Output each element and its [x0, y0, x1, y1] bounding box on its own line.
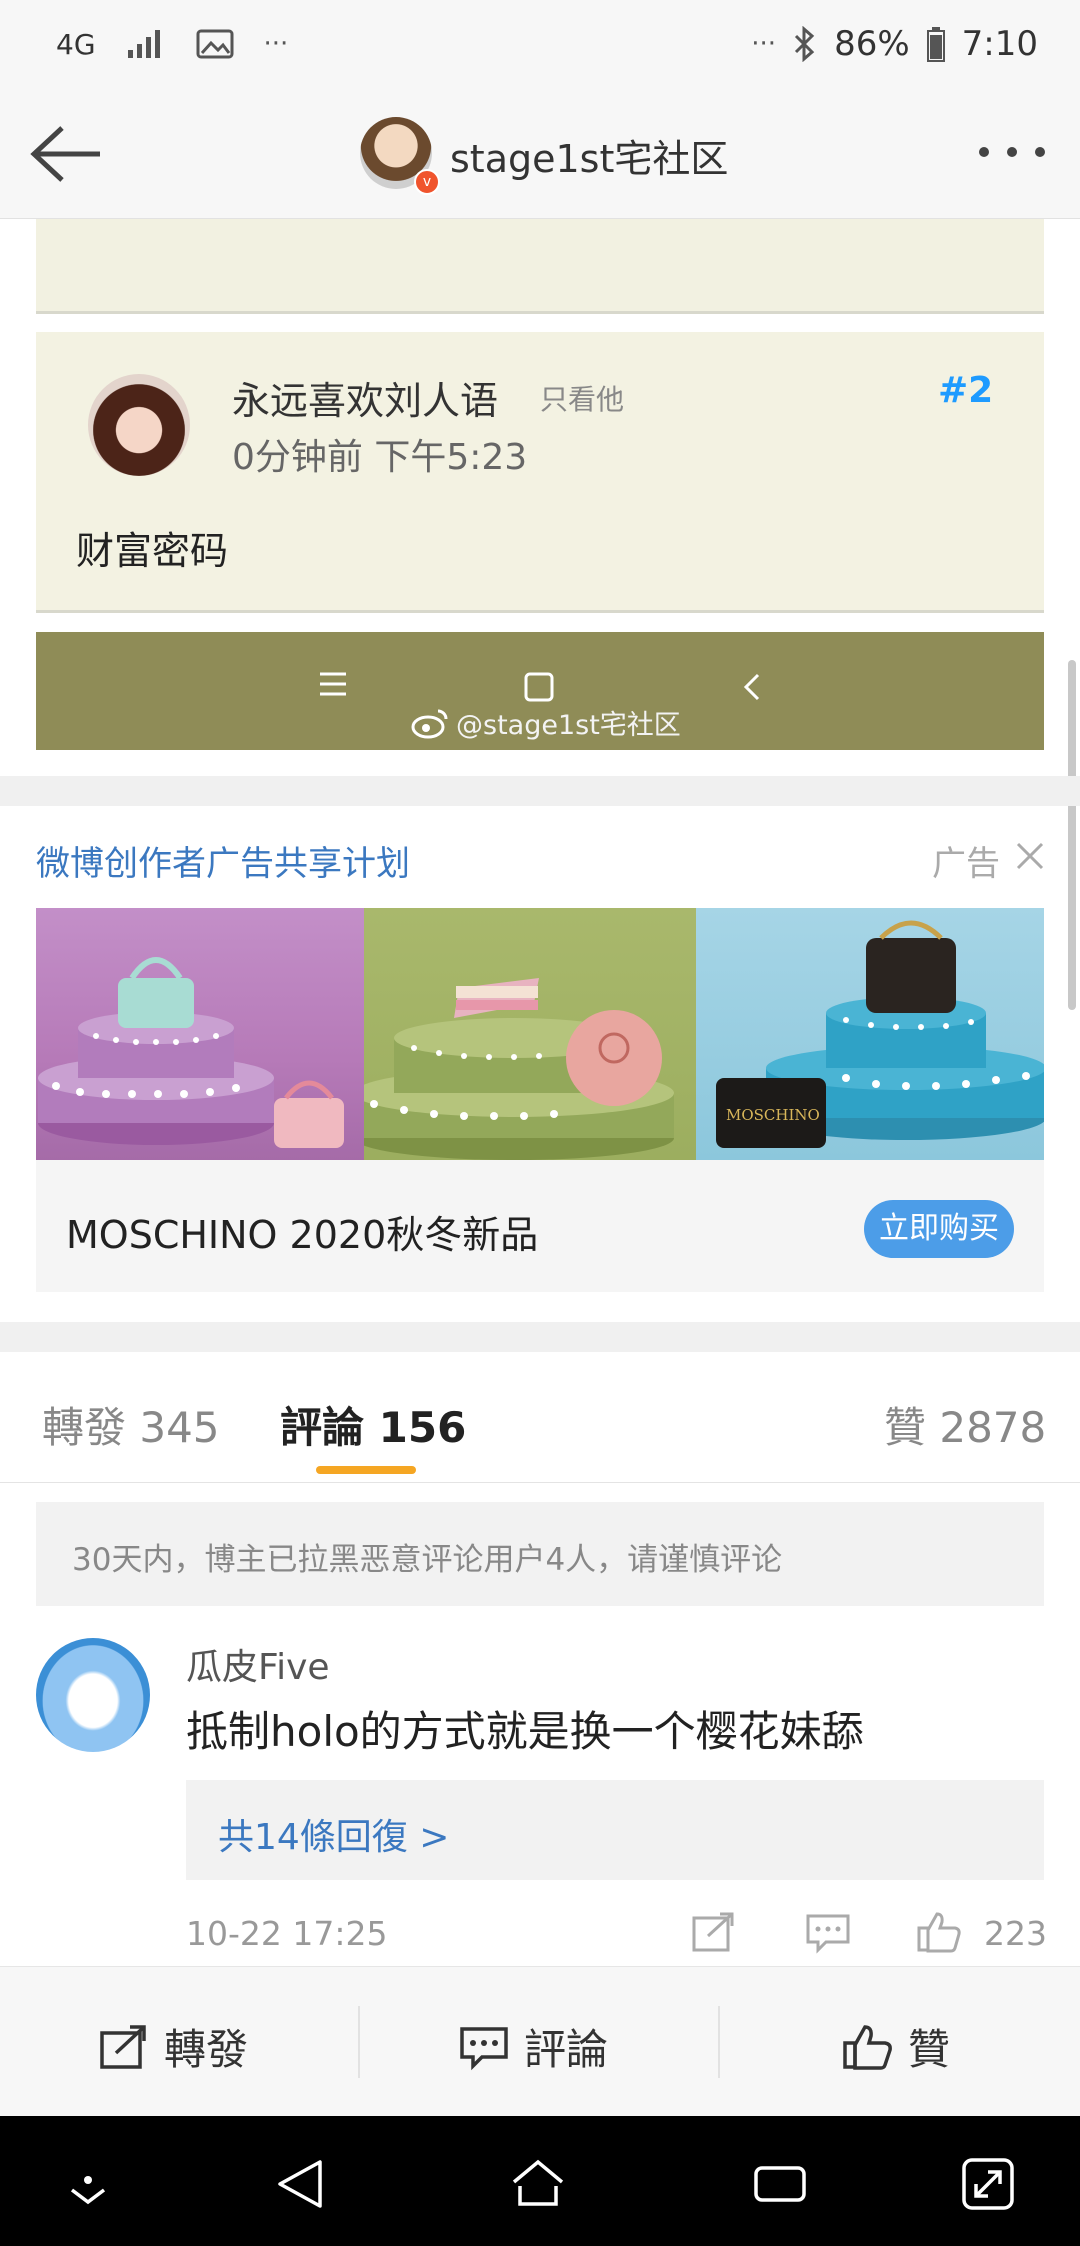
tab-likes[interactable]: 贊 2878: [884, 1394, 1046, 1455]
comment-icon: [460, 2026, 508, 2070]
post-time: 0分钟前 下午5:23: [232, 437, 528, 478]
post-previous-card: [36, 219, 1044, 314]
ad-bag-logo: MOSCHINO: [726, 1106, 820, 1124]
active-tab-indicator: [316, 1466, 416, 1474]
like-label: 贊: [908, 2025, 951, 2074]
comment-button[interactable]: 評論: [458, 2016, 608, 2077]
back-triangle-icon[interactable]: [272, 2156, 328, 2212]
status-bar: 4G ··· ··· 86% 7:10: [0, 0, 1080, 90]
comment-like-icon[interactable]: [916, 1910, 964, 1954]
scrollbar[interactable]: [1068, 660, 1076, 1010]
watermark-text: @stage1st宅社区: [456, 710, 681, 741]
action-divider: [718, 2006, 720, 2078]
weibo-logo-icon: [411, 709, 448, 738]
repost-label: 轉發: [164, 2025, 249, 2074]
home-square-icon: [524, 672, 554, 702]
post-user-avatar: [88, 374, 190, 476]
tab-repost[interactable]: 轉發 345: [42, 1394, 220, 1455]
home-icon[interactable]: [510, 2156, 566, 2212]
battery-percent: 86%: [834, 24, 910, 64]
like-button[interactable]: 贊: [842, 2016, 950, 2077]
comment-text: 抵制holo的方式就是换一个樱花妹舔: [186, 1707, 864, 1756]
ad-tag: 广告: [932, 844, 1000, 884]
comment-reply-icon[interactable]: [804, 1910, 852, 1954]
signal-icon: [127, 30, 160, 58]
view-replies-link[interactable]: 共14條回復 >: [218, 1808, 449, 1860]
battery-icon: [926, 27, 945, 62]
comment-notice-text: 30天内，博主已拉黑恶意评论用户4人，请谨慎评论: [72, 1542, 783, 1578]
more-right-icon: ···: [751, 29, 777, 59]
clock: 7:10: [961, 24, 1038, 64]
bluetooth-icon: [795, 26, 815, 62]
status-left: 4G ···: [56, 22, 288, 66]
comment-label: 評論: [524, 2025, 609, 2074]
ad-panel-green: [364, 908, 696, 1160]
post-username: 永远喜欢刘人语: [232, 379, 499, 423]
comment-like-count: 223: [984, 1914, 1047, 1953]
weibo-watermark: @stage1st宅社区: [410, 703, 681, 742]
account-avatar[interactable]: v: [360, 117, 440, 195]
commenter-name[interactable]: 瓜皮Five: [186, 1638, 330, 1690]
ad-panel-purple: [36, 908, 364, 1160]
tab-comments[interactable]: 評論 156: [280, 1394, 466, 1455]
verified-badge-icon: v: [414, 169, 440, 195]
ad-image[interactable]: MOSCHINO: [36, 908, 1044, 1160]
back-chevron-icon: [743, 673, 760, 701]
recent-apps-icon[interactable]: [752, 2156, 808, 2212]
action-divider: [358, 2006, 360, 2078]
more-options-icon[interactable]: [974, 130, 1050, 174]
top-nav-bar: v stage1st宅社区: [0, 90, 1080, 219]
network-icon: 4G: [56, 27, 96, 61]
only-him-link: 只看他: [540, 383, 625, 416]
back-arrow-icon[interactable]: [28, 122, 108, 186]
account-name[interactable]: stage1st宅社区: [450, 128, 728, 183]
post-text: 财富密码: [76, 529, 229, 573]
interaction-tabs: 轉發 345 評論 156 贊 2878: [0, 1352, 1080, 1483]
ad-panel-blue: MOSCHINO: [696, 908, 1044, 1160]
comment-repost-icon[interactable]: [690, 1910, 738, 1954]
account-header[interactable]: v stage1st宅社区: [360, 114, 728, 196]
repost-icon: [100, 2024, 146, 2069]
ad-program-label[interactable]: 微博创作者广告共享计划: [36, 836, 410, 885]
image-icon: [196, 29, 234, 59]
close-ad-icon[interactable]: [1012, 838, 1048, 874]
thumbs-up-icon: [843, 2024, 892, 2070]
comment-date: 10-22 17:25: [186, 1914, 388, 1953]
post-floor-number: #2: [938, 370, 994, 411]
status-right: ··· 86% 7:10: [751, 22, 1038, 66]
section-divider: [0, 776, 1080, 806]
more-left-icon: ···: [263, 29, 289, 59]
menu-icon: [320, 672, 346, 696]
section-divider-2: [0, 1322, 1080, 1352]
ad-title[interactable]: MOSCHINO 2020秋冬新品: [66, 1204, 538, 1259]
buy-now-button[interactable]: 立即购买: [864, 1200, 1014, 1258]
repost-button[interactable]: 轉發: [98, 2016, 248, 2077]
expand-icon[interactable]: [960, 2156, 1016, 2212]
commenter-avatar[interactable]: [36, 1638, 150, 1752]
hide-keyboard-icon[interactable]: [60, 2156, 116, 2212]
